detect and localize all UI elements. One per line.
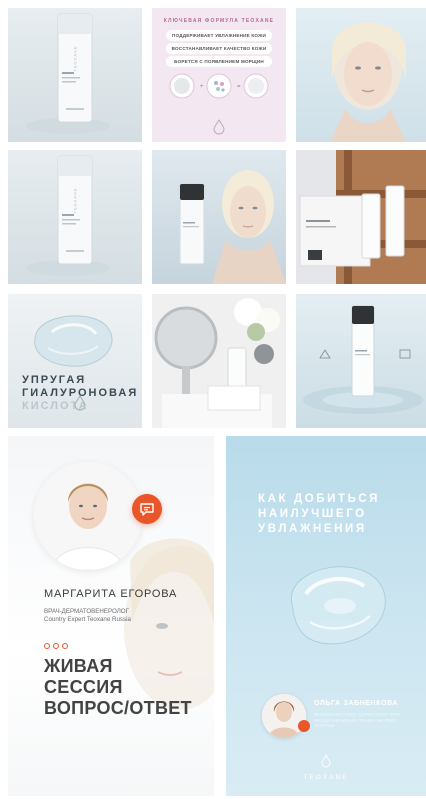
dot-icon — [62, 643, 68, 649]
dot-icon — [53, 643, 59, 649]
expert-portrait — [34, 462, 142, 570]
decor-dots — [44, 636, 84, 649]
expert-role-line-1: ВРАЧ-ДЕРМАТОВЕНЕРОЛОГ — [44, 608, 129, 615]
gel-blob-illustration — [290, 566, 386, 645]
message-icon — [140, 503, 154, 516]
hyaluronic-line-1: УПРУГАЯ — [22, 374, 87, 386]
bottle-brand-text: TEOXANE — [72, 45, 78, 72]
woman-portrait — [330, 22, 406, 142]
grid-tile-formula[interactable]: КЛЮЧЕВАЯ ФОРМУЛА TEOXANE ПОДДЕРЖИВАЕТ УВ… — [152, 8, 286, 142]
hyaluronic-line-2: ГИАЛУРОНОВАЯ — [22, 387, 139, 399]
bottle-brand-text: TEOXANE — [72, 187, 78, 214]
svg-text:+: + — [200, 84, 204, 90]
svg-text:=: = — [237, 84, 241, 90]
bottle-illustration — [26, 13, 110, 134]
drop-logo-icon — [321, 754, 331, 768]
grid-tile-bottle-2[interactable]: TEOXANE — [8, 150, 142, 284]
session-title-line-2: СЕССИЯ — [44, 677, 123, 697]
expert-portrait — [262, 694, 306, 738]
story-hydration[interactable]: КАК ДОБИТЬСЯ НАИЛУЧШЕГО УВЛАЖНЕНИЯ ОЛЬГА… — [226, 436, 426, 796]
dot-icon — [44, 643, 50, 649]
chat-badge-icon — [298, 720, 310, 732]
gift-box-illustration — [296, 150, 426, 284]
hyaluronic-title: УПРУГАЯ ГИАЛУРОНОВАЯ КИСЛОТА — [22, 374, 138, 413]
hyaluronic-line-3: КИСЛОТА — [22, 400, 89, 412]
expert-avatar-small — [262, 694, 306, 738]
grid-tile-water[interactable] — [296, 294, 426, 428]
expert-avatar — [34, 462, 142, 570]
session-title-line-1: ЖИВАЯ — [44, 656, 113, 676]
bottle-illustration — [26, 155, 110, 276]
session-title: ЖИВАЯ СЕССИЯ ВОПРОС/ОТВЕТ — [44, 656, 192, 719]
grid-tile-hyaluronic[interactable]: УПРУГАЯ ГИАЛУРОНОВАЯ КИСЛОТА — [8, 294, 142, 428]
bottle-water-illustration — [303, 305, 423, 414]
mirror-flowers-illustration — [152, 294, 286, 428]
grid-tile-portrait[interactable] — [296, 8, 426, 142]
grid-tile-bottle[interactable]: TEOXANE — [8, 8, 142, 142]
expert-role-line-2: Country Expert Teoxane Russia — [44, 616, 131, 623]
story-live-session[interactable]: МАРГАРИТА ЕГОРОВА ВРАЧ-ДЕРМАТОВЕНЕРОЛОГ … — [8, 436, 214, 796]
headline-line-3: УВЛАЖНЕНИЯ — [258, 523, 367, 535]
hydration-headline: КАК ДОБИТЬСЯ НАИЛУЧШЕГО УВЛАЖНЕНИЯ — [258, 492, 418, 537]
formula-diagram: + = — [169, 73, 269, 135]
grid-tile-woman-bottle[interactable] — [152, 150, 286, 284]
expert-name: МАРГАРИТА ЕГОРОВА — [44, 588, 178, 600]
grid-tile-mirror[interactable] — [152, 294, 286, 428]
brand-logo-text: TEOXANE — [303, 774, 349, 781]
grid-tile-box[interactable] — [296, 150, 426, 284]
session-title-line-3: ВОПРОС/ОТВЕТ — [44, 698, 192, 718]
expert-name: ОЛЬГА ЗАБНЕНКОВА — [314, 700, 399, 707]
expert-role: ВРАЧ-ДЕРМАТОВЕНЕРОЛОГ Country Expert Teo… — [44, 608, 131, 624]
headline-line-2: НАИЛУЧШЕГО — [258, 508, 367, 520]
headline-line-1: КАК ДОБИТЬСЯ — [258, 493, 380, 505]
woman-with-bottle — [179, 170, 286, 284]
chat-icon[interactable] — [132, 494, 162, 524]
instagram-grid: TEOXANE КЛЮЧЕВАЯ ФОРМУЛА TEOXANE ПОДДЕРЖ… — [8, 8, 426, 428]
expert-role: ВРАЧ-КОСМЕТОЛОГ, ДЕРМАТОЛОГ ВРАЧ МЕЖДУНА… — [314, 712, 401, 729]
